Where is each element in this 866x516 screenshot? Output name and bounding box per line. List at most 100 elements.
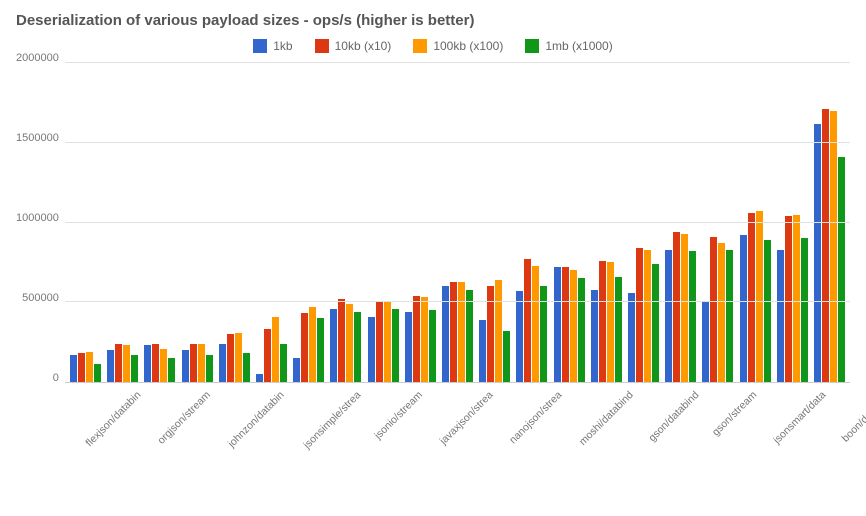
bar — [644, 250, 651, 382]
gridline — [65, 142, 850, 143]
bar — [524, 259, 531, 382]
bar-group — [774, 63, 811, 382]
bar — [554, 267, 561, 382]
bar — [368, 317, 375, 382]
x-label: jsonio/stream — [373, 389, 426, 442]
bar — [665, 250, 672, 382]
bar — [131, 355, 138, 382]
bar — [793, 215, 800, 382]
bar — [628, 293, 635, 382]
bar — [256, 374, 263, 382]
legend-label: 1kb — [273, 39, 292, 53]
x-label: nanojson/strea — [507, 389, 564, 446]
bar — [219, 344, 226, 382]
bar — [330, 309, 337, 382]
bar — [756, 211, 763, 382]
x-label: jsonsimple/strea — [301, 389, 363, 451]
bar — [107, 350, 114, 382]
bar — [689, 251, 696, 382]
bar — [785, 216, 792, 382]
bar — [495, 280, 502, 382]
bar — [206, 355, 213, 382]
bar — [301, 313, 308, 382]
bar — [636, 248, 643, 382]
bar — [243, 353, 250, 382]
bar-group — [104, 63, 141, 382]
bar — [652, 264, 659, 382]
bar — [458, 282, 465, 382]
bar — [405, 312, 412, 382]
legend-swatch — [413, 39, 427, 53]
legend-label: 10kb (x10) — [335, 39, 392, 53]
bar — [338, 299, 345, 382]
bar-group — [178, 63, 215, 382]
x-label: johnzon/databin — [226, 389, 287, 450]
bar — [532, 266, 539, 382]
bar — [718, 243, 725, 382]
bar — [740, 235, 747, 382]
bar-group — [439, 63, 476, 382]
bar — [607, 262, 614, 382]
bar-group — [550, 63, 587, 382]
bar — [503, 331, 510, 382]
gridline — [65, 222, 850, 223]
bar — [814, 124, 821, 382]
bar-group — [588, 63, 625, 382]
x-axis: flexjson/databinorgjson/streamjohnzon/da… — [72, 383, 850, 395]
bar-group — [253, 63, 290, 382]
x-label: jsonsmart/data — [771, 389, 828, 446]
bar — [144, 345, 151, 382]
bar — [570, 270, 577, 382]
bar — [673, 232, 680, 382]
legend-item: 100kb (x100) — [413, 39, 503, 53]
bar — [182, 350, 189, 382]
bar — [115, 344, 122, 382]
legend-item: 10kb (x10) — [315, 39, 392, 53]
bar — [293, 358, 300, 382]
bar-group — [625, 63, 662, 382]
bar — [123, 345, 130, 382]
bar — [479, 320, 486, 382]
bar-group — [811, 63, 848, 382]
bar — [317, 318, 324, 382]
bar — [235, 333, 242, 382]
bar — [838, 157, 845, 382]
bar — [591, 290, 598, 383]
gridline — [65, 301, 850, 302]
bar — [516, 291, 523, 382]
x-label: flexjson/databin — [83, 389, 143, 449]
bar — [86, 352, 93, 382]
bar — [346, 304, 353, 382]
bar — [354, 312, 361, 382]
plot-wrapper: 2000000150000010000005000000 — [16, 63, 850, 383]
bar-group — [513, 63, 550, 382]
bars-container — [65, 63, 850, 382]
bar-group — [364, 63, 401, 382]
bar-group — [327, 63, 364, 382]
bar — [830, 111, 837, 382]
bar — [578, 278, 585, 382]
bar — [168, 358, 175, 382]
y-axis: 2000000150000010000005000000 — [16, 63, 65, 383]
bar — [413, 296, 420, 382]
bar — [272, 317, 279, 382]
bar-group — [736, 63, 773, 382]
bar — [450, 282, 457, 382]
plot-area — [65, 63, 850, 383]
bar — [466, 290, 473, 383]
bar — [822, 109, 829, 382]
legend-label: 1mb (x1000) — [545, 39, 612, 53]
gridline — [65, 62, 850, 63]
bar-group — [699, 63, 736, 382]
x-label: orgjson/stream — [155, 389, 213, 447]
bar — [615, 277, 622, 382]
bar — [726, 250, 733, 382]
bar-group — [402, 63, 439, 382]
bar — [681, 234, 688, 382]
bar — [160, 349, 167, 382]
x-label: gson/stream — [710, 389, 759, 438]
bar — [777, 250, 784, 382]
bar — [710, 237, 717, 382]
legend-item: 1mb (x1000) — [525, 39, 612, 53]
bar — [748, 213, 755, 382]
